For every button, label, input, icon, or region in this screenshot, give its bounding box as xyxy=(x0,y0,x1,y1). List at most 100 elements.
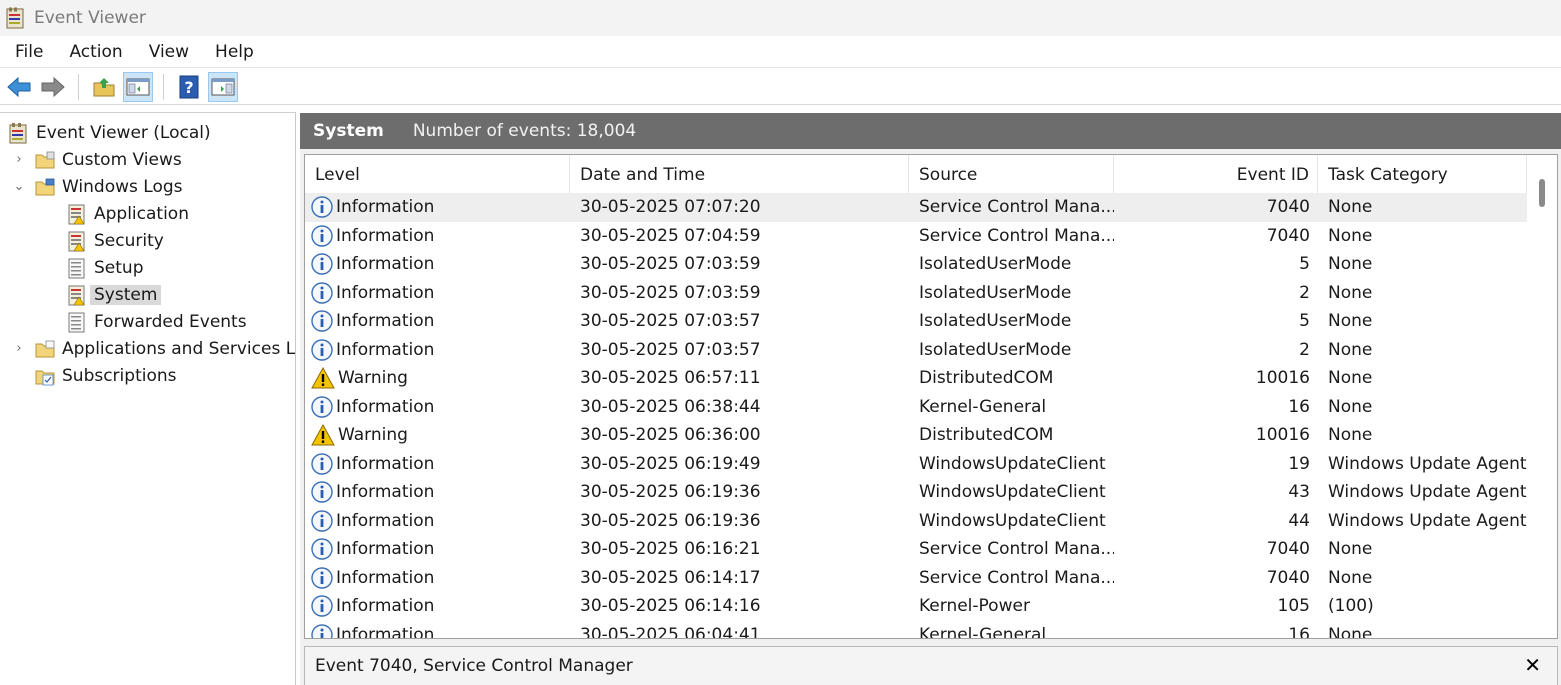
cell-source: IsolatedUserMode xyxy=(919,339,1072,360)
information-icon xyxy=(311,310,333,332)
chevron-down-icon[interactable]: ⌄ xyxy=(12,179,26,194)
tree-item-event-viewer-local[interactable]: Event Viewer (Local) xyxy=(8,119,211,146)
subscriptions-icon xyxy=(35,370,55,385)
chevron-right-icon[interactable]: › xyxy=(12,341,26,356)
table-row[interactable]: Warning 30-05-2025 06:57:11 DistributedCOM… xyxy=(305,364,1527,393)
level-text: Information xyxy=(336,254,435,275)
table-row[interactable]: Information 30-05-2025 07:03:59 IsolatedUs… xyxy=(305,250,1527,279)
column-header-source[interactable]: Source xyxy=(909,155,1114,193)
cell-level: Information xyxy=(305,225,570,247)
cell-source: Service Control Mana... xyxy=(919,539,1114,560)
cell-source: IsolatedUserMode xyxy=(919,254,1072,275)
cell-task-category: None xyxy=(1328,197,1373,218)
table-row[interactable]: Warning 30-05-2025 06:36:00 DistributedCOM… xyxy=(305,421,1527,450)
forward-button[interactable] xyxy=(38,72,68,102)
tree-item-applications-and-services-logs[interactable]: › Applications and Services Logs xyxy=(12,335,295,362)
log-page-icon xyxy=(68,312,85,332)
tree-item-subscriptions[interactable]: Subscriptions xyxy=(34,362,176,389)
tree-item-security[interactable]: Security xyxy=(66,227,164,254)
cell-date-time: 30-05-2025 07:03:59 xyxy=(580,282,761,303)
level-text: Warning xyxy=(338,368,408,389)
column-header-date-time[interactable]: Date and Time xyxy=(570,155,909,193)
cell-date-time: 30-05-2025 06:19:49 xyxy=(580,453,761,474)
log-title: System xyxy=(313,121,384,141)
table-row[interactable]: Information 30-05-2025 06:04:41 Kernel-Gen… xyxy=(305,621,1527,639)
cell-event-id: 43 xyxy=(1288,482,1310,503)
information-icon xyxy=(311,510,333,532)
cell-task-category: None xyxy=(1328,282,1373,303)
column-header-task-category[interactable]: Task Category xyxy=(1318,155,1527,193)
back-button[interactable] xyxy=(4,72,34,102)
cell-task-category: Windows Update Agent xyxy=(1328,482,1527,503)
tree-item-forwarded-events[interactable]: Forwarded Events xyxy=(66,308,247,335)
event-detail-title: Event 7040, Service Control Manager xyxy=(315,656,633,676)
level-text: Information xyxy=(336,282,435,303)
warning-icon xyxy=(311,424,335,446)
table-row[interactable]: Information 30-05-2025 07:03:59 IsolatedUs… xyxy=(305,279,1527,308)
menu-action[interactable]: Action xyxy=(55,36,134,68)
cell-date-time: 30-05-2025 06:19:36 xyxy=(580,482,761,503)
folder-icon xyxy=(35,340,55,357)
show-hide-console-tree-icon xyxy=(126,78,150,95)
up-folder-button[interactable] xyxy=(89,72,119,102)
level-text: Information xyxy=(336,396,435,417)
cell-task-category: None xyxy=(1328,567,1373,588)
cell-task-category: None xyxy=(1328,539,1373,560)
cell-date-time: 30-05-2025 06:14:17 xyxy=(580,567,761,588)
cell-level: Information xyxy=(305,481,570,503)
information-icon xyxy=(311,595,333,617)
tree-item-system[interactable]: System xyxy=(66,281,162,308)
cell-source: WindowsUpdateClient xyxy=(919,482,1106,503)
show-hide-action-pane-button[interactable] xyxy=(208,71,238,102)
cell-date-time: 30-05-2025 06:38:44 xyxy=(580,396,761,417)
table-row[interactable]: Information 30-05-2025 06:19:36 WindowsUpd… xyxy=(305,507,1527,536)
chevron-right-icon[interactable]: › xyxy=(12,152,26,167)
table-row[interactable]: Information 30-05-2025 06:14:17 Service Co… xyxy=(305,564,1527,593)
cell-level: Information xyxy=(305,196,570,218)
table-row[interactable]: Information 30-05-2025 06:19:49 WindowsUpd… xyxy=(305,450,1527,479)
event-detail-header: Event 7040, Service Control Manager ✕ xyxy=(304,646,1558,685)
tree-item-application[interactable]: Application xyxy=(66,200,189,227)
level-text: Information xyxy=(336,482,435,503)
cell-event-id: 7040 xyxy=(1266,225,1310,246)
cell-event-id: 7040 xyxy=(1266,197,1310,218)
cell-task-category: None xyxy=(1328,225,1373,246)
scrollbar-thumb[interactable] xyxy=(1539,179,1545,207)
event-viewer-icon xyxy=(9,122,27,143)
cell-date-time: 30-05-2025 06:36:00 xyxy=(580,425,761,446)
menu-view[interactable]: View xyxy=(135,36,201,68)
cell-date-time: 30-05-2025 06:14:16 xyxy=(580,596,761,617)
table-row[interactable]: Information 30-05-2025 07:03:57 IsolatedUs… xyxy=(305,336,1527,365)
tree-item-custom-views[interactable]: › Custom Views xyxy=(12,146,181,173)
level-text: Information xyxy=(336,311,435,332)
table-row[interactable]: Information 30-05-2025 06:14:16 Kernel-Pow… xyxy=(305,592,1527,621)
table-row[interactable]: Information 30-05-2025 06:16:21 Service Co… xyxy=(305,535,1527,564)
cell-task-category: None xyxy=(1328,396,1373,417)
table-row[interactable]: Information 30-05-2025 06:38:44 Kernel-Gen… xyxy=(305,393,1527,422)
cell-source: WindowsUpdateClient xyxy=(919,453,1106,474)
cell-source: Kernel-General xyxy=(919,396,1047,417)
cell-level: Information xyxy=(305,396,570,418)
table-row[interactable]: Information 30-05-2025 06:19:36 WindowsUpd… xyxy=(305,478,1527,507)
tree-item-windows-logs[interactable]: ⌄ Windows Logs xyxy=(12,173,183,200)
close-icon[interactable]: ✕ xyxy=(1524,653,1541,677)
table-row[interactable]: Information 30-05-2025 07:07:20 Service Co… xyxy=(305,193,1527,222)
cell-date-time: 30-05-2025 07:04:59 xyxy=(580,225,761,246)
information-icon xyxy=(311,567,333,589)
tree-item-setup[interactable]: Setup xyxy=(66,254,143,281)
menu-file[interactable]: File xyxy=(0,36,55,68)
cell-source: Service Control Mana... xyxy=(919,225,1114,246)
cell-event-id: 5 xyxy=(1299,254,1310,275)
table-row[interactable]: Information 30-05-2025 07:03:57 IsolatedUs… xyxy=(305,307,1527,336)
column-header-event-id[interactable]: Event ID xyxy=(1114,155,1318,193)
help-button[interactable]: ? xyxy=(174,72,204,102)
table-row[interactable]: Information 30-05-2025 07:04:59 Service Co… xyxy=(305,222,1527,251)
column-header-level[interactable]: Level xyxy=(305,155,570,193)
menu-help[interactable]: Help xyxy=(201,36,266,68)
cell-event-id: 10016 xyxy=(1255,368,1310,389)
help-icon: ? xyxy=(179,75,199,98)
tree-label: Windows Logs xyxy=(62,176,183,197)
show-hide-console-tree-button[interactable] xyxy=(123,71,153,102)
cell-source: Kernel-General xyxy=(919,624,1047,639)
vertical-scrollbar[interactable] xyxy=(1527,155,1557,638)
